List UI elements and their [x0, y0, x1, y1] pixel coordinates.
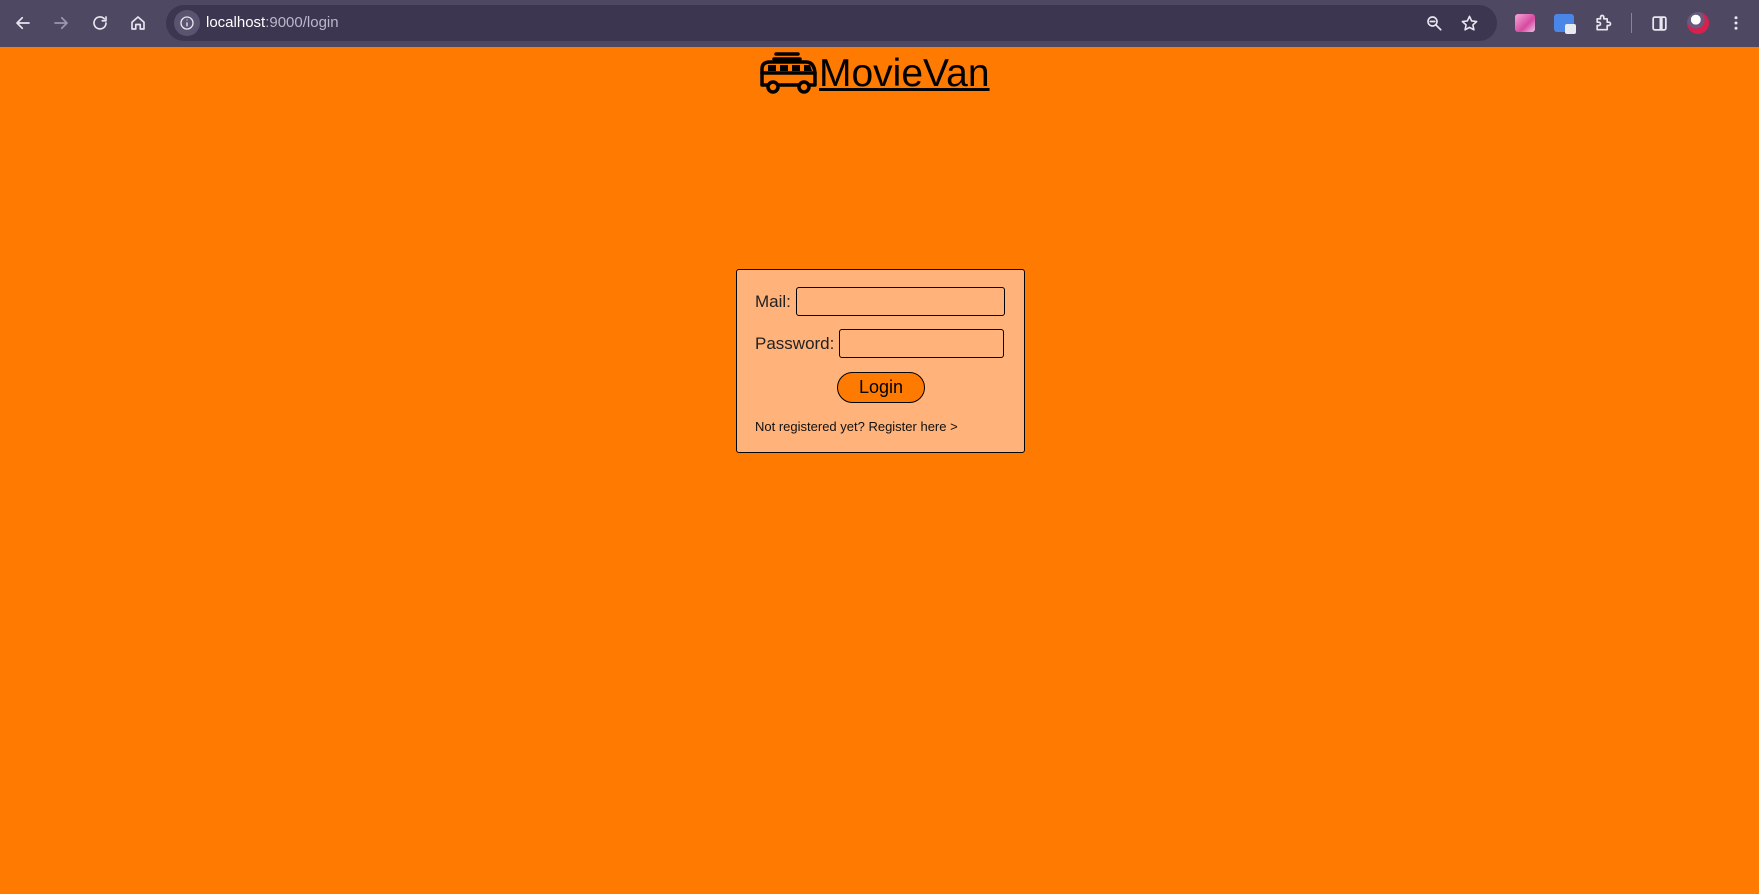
url-path: :9000/login	[265, 14, 339, 31]
reload-icon[interactable]	[84, 8, 116, 38]
password-row: Password:	[755, 329, 1005, 358]
extension-gradient-icon[interactable]	[1514, 12, 1536, 34]
forward-icon[interactable]	[45, 8, 77, 38]
password-input[interactable]	[839, 329, 1005, 358]
profile-avatar-icon[interactable]	[1687, 12, 1709, 34]
back-icon[interactable]	[7, 8, 39, 38]
toolbar-divider	[1631, 13, 1632, 33]
password-label: Password:	[755, 333, 835, 353]
browser-toolbar: localhost:9000/login	[0, 0, 1759, 47]
extensions-puzzle-icon[interactable]	[1592, 12, 1614, 34]
zoom-icon[interactable]	[1424, 13, 1444, 33]
login-form: Mail: Password: Login Not registered yet…	[736, 269, 1025, 453]
url-host: localhost	[206, 14, 266, 31]
more-menu-icon[interactable]	[1725, 12, 1747, 34]
mail-label: Mail:	[755, 291, 791, 311]
brand-home-link[interactable]: MovieVan	[758, 50, 990, 98]
address-bar[interactable]: localhost:9000/login	[166, 5, 1497, 41]
bookmark-star-icon[interactable]	[1459, 13, 1479, 33]
mail-row: Mail:	[755, 287, 1005, 316]
url-text[interactable]: localhost:9000/login	[206, 14, 339, 31]
register-link[interactable]: Not registered yet? Register here >	[755, 419, 958, 434]
side-panel-icon[interactable]	[1648, 12, 1670, 34]
van-icon	[760, 52, 817, 94]
home-icon[interactable]	[122, 8, 154, 38]
brand-name: MovieVan	[819, 52, 990, 95]
mail-input[interactable]	[795, 287, 1005, 316]
site-info-icon[interactable]	[174, 10, 200, 36]
google-translate-icon[interactable]	[1553, 12, 1576, 34]
login-button[interactable]: Login	[837, 372, 925, 403]
